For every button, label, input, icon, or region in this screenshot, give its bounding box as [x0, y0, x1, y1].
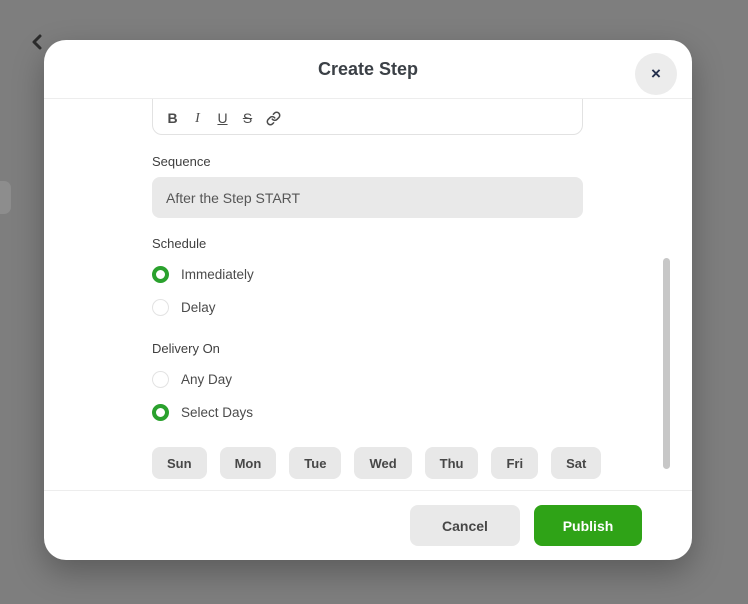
italic-button[interactable]: I: [191, 110, 204, 127]
modal-title: Create Step: [44, 40, 692, 98]
close-button[interactable]: ×: [635, 53, 677, 95]
radio-label: Any Day: [181, 372, 232, 387]
back-button[interactable]: [24, 30, 50, 56]
radio-label: Immediately: [181, 267, 254, 282]
modal-header: Create Step ×: [44, 40, 692, 99]
day-button-wed[interactable]: Wed: [354, 447, 411, 479]
day-button-tue[interactable]: Tue: [289, 447, 341, 479]
radio-option-select-days[interactable]: Select Days: [152, 402, 583, 422]
radio-option-delay[interactable]: Delay: [152, 297, 583, 317]
radio-option-immediately[interactable]: Immediately: [152, 264, 583, 284]
modal-body: B I U S Sequence Schedule Immediately De…: [44, 99, 692, 490]
radio-label: Delay: [181, 300, 216, 315]
day-button-sun[interactable]: Sun: [152, 447, 207, 479]
editor-toolbar: B I U S: [166, 110, 281, 127]
strikethrough-button[interactable]: S: [241, 110, 254, 127]
modal-footer: Cancel Publish: [44, 490, 692, 560]
sequence-input[interactable]: [152, 177, 583, 218]
radio-option-any-day[interactable]: Any Day: [152, 369, 583, 389]
delivery-on-label: Delivery On: [152, 341, 583, 356]
day-button-sat[interactable]: Sat: [551, 447, 601, 479]
publish-button[interactable]: Publish: [534, 505, 642, 546]
radio-icon: [152, 299, 169, 316]
schedule-label: Schedule: [152, 236, 583, 251]
cancel-button[interactable]: Cancel: [410, 505, 520, 546]
link-button[interactable]: [266, 111, 281, 126]
close-icon: ×: [651, 64, 661, 84]
chevron-left-icon: [25, 30, 49, 54]
create-step-modal: Create Step × B I U S Sequence Schedul: [44, 40, 692, 560]
radio-icon: [152, 266, 169, 283]
day-selector: Sun Mon Tue Wed Thu Fri Sat: [152, 447, 583, 479]
day-button-mon[interactable]: Mon: [220, 447, 277, 479]
radio-icon: [152, 371, 169, 388]
backdrop: Create Step × B I U S Sequence Schedul: [0, 0, 748, 604]
link-icon: [266, 111, 281, 126]
radio-label: Select Days: [181, 405, 253, 420]
underline-button[interactable]: U: [216, 110, 229, 127]
scrollbar-thumb[interactable]: [663, 258, 670, 469]
radio-icon: [152, 404, 169, 421]
left-edge-panel-handle: [0, 181, 11, 214]
day-button-thu[interactable]: Thu: [425, 447, 479, 479]
sequence-label: Sequence: [152, 154, 583, 169]
day-button-fri[interactable]: Fri: [491, 447, 538, 479]
bold-button[interactable]: B: [166, 110, 179, 127]
rich-text-editor[interactable]: B I U S: [152, 99, 583, 135]
